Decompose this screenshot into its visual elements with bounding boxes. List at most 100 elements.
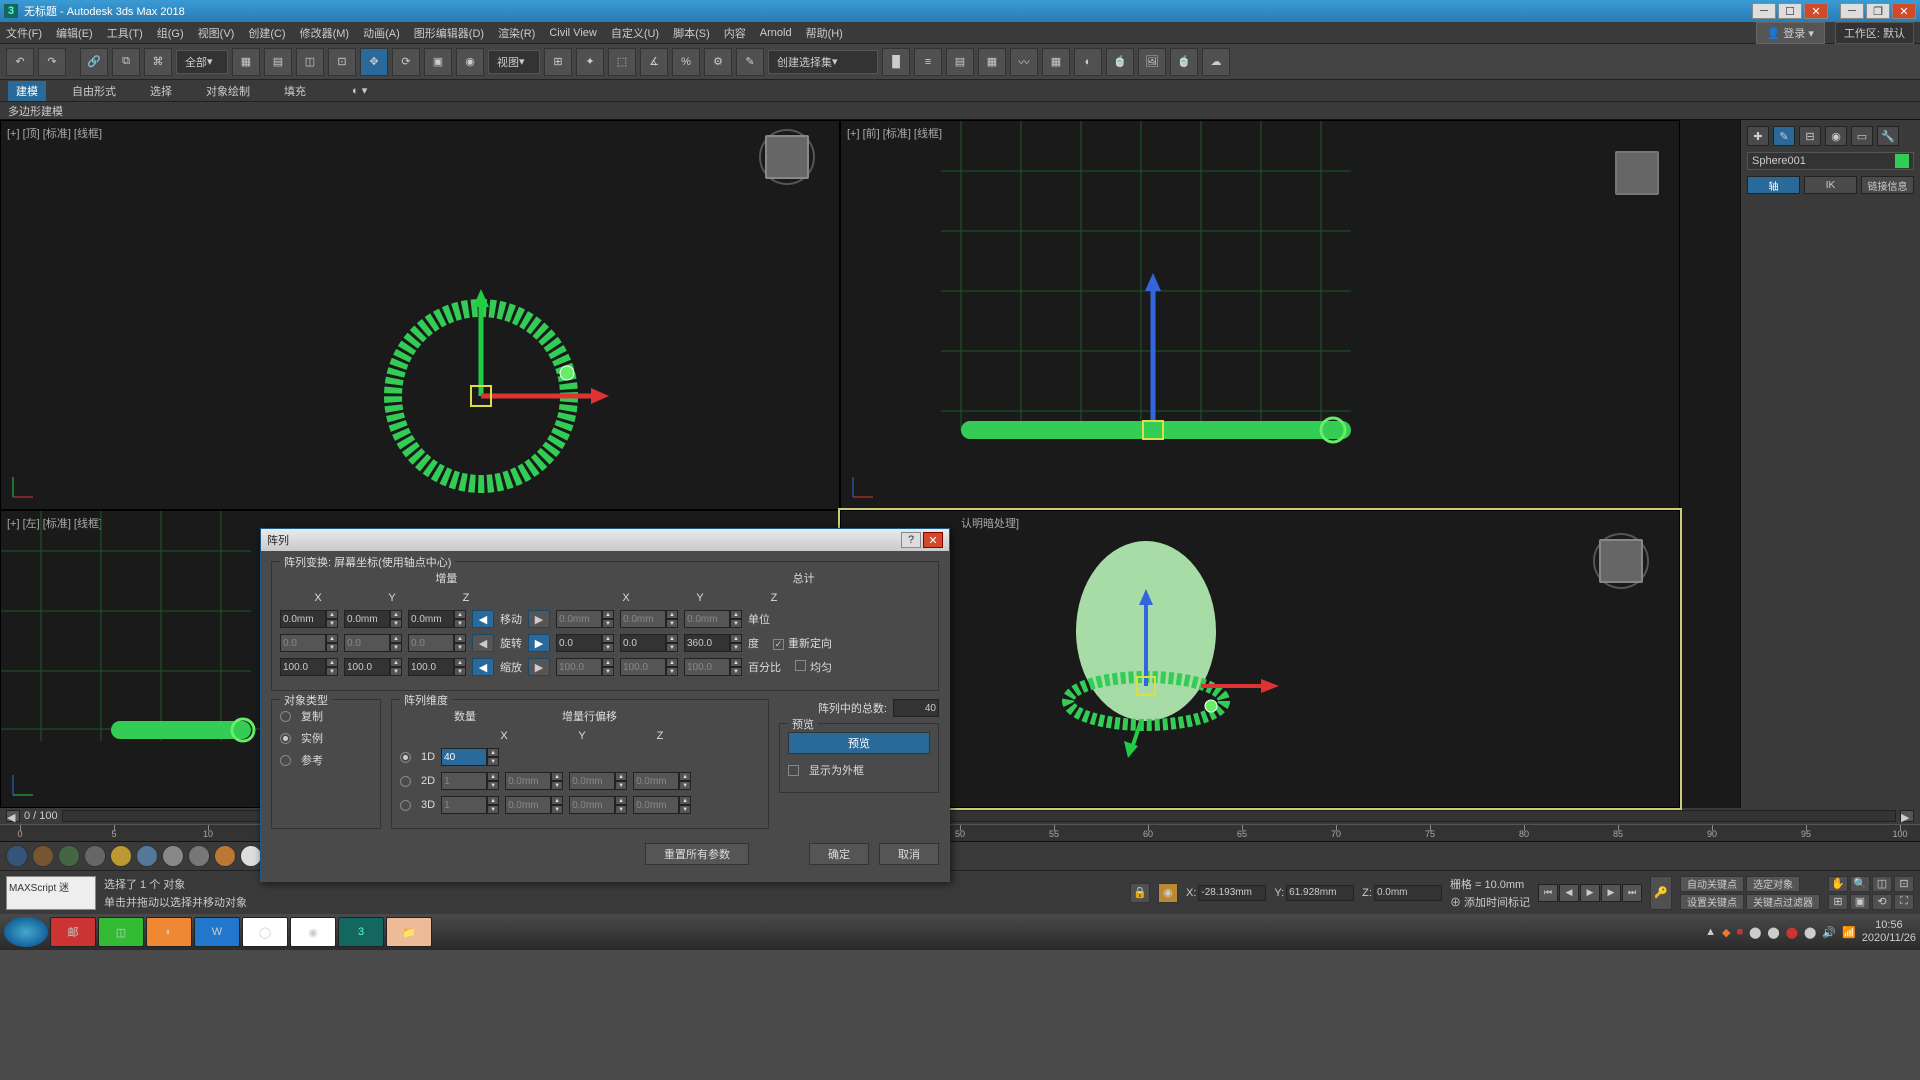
menu-animation[interactable]: 动画(A) xyxy=(363,25,400,41)
radio-instance[interactable] xyxy=(280,733,291,744)
curve-editor-button[interactable]: 〰 xyxy=(1010,48,1038,76)
layer-button[interactable]: ▤ xyxy=(946,48,974,76)
tray-icon[interactable]: ⬤ xyxy=(1786,926,1798,939)
move-right-arrow[interactable]: ▶ xyxy=(528,610,550,628)
rotate-button[interactable]: ⟳ xyxy=(392,48,420,76)
goto-start-button[interactable]: ⏮ xyxy=(1538,884,1558,902)
menu-create[interactable]: 创建(C) xyxy=(248,25,285,41)
nav-orbit[interactable]: ⟲ xyxy=(1872,894,1892,910)
move-button[interactable]: ✥ xyxy=(360,48,388,76)
redo-button[interactable]: ↷ xyxy=(38,48,66,76)
task-app-5[interactable]: ◯ xyxy=(242,917,288,947)
nav-fov[interactable]: ◫ xyxy=(1872,876,1892,892)
pivot-button[interactable]: ⊞ xyxy=(544,48,572,76)
unlink-button[interactable]: ⧉ xyxy=(112,48,140,76)
radio-2d[interactable] xyxy=(400,776,411,787)
task-app-4[interactable]: W xyxy=(194,917,240,947)
render-online-button[interactable]: ☁ xyxy=(1202,48,1230,76)
select-object-button[interactable]: ▦ xyxy=(232,48,260,76)
ok-button[interactable]: 确定 xyxy=(809,843,869,865)
render-button[interactable]: 🍵 xyxy=(1170,48,1198,76)
menu-group[interactable]: 组(G) xyxy=(157,25,184,41)
ribbon-tab-populate[interactable]: 填充 xyxy=(276,81,314,101)
setkey-button[interactable]: 设置关键点 xyxy=(1680,894,1744,910)
select-name-button[interactable]: ▤ xyxy=(264,48,292,76)
coord-z[interactable]: Z: xyxy=(1362,885,1442,901)
workspace-selector[interactable]: 工作区: 默认 xyxy=(1835,22,1914,44)
menu-view[interactable]: 视图(V) xyxy=(198,25,235,41)
scale-right-arrow[interactable]: ▶ xyxy=(528,658,550,676)
task-app-3[interactable]: ◐ xyxy=(146,917,192,947)
minimize-button[interactable]: ─ xyxy=(1752,3,1776,19)
menu-help[interactable]: 帮助(H) xyxy=(806,25,843,41)
tray-icon[interactable]: ◆ xyxy=(1722,926,1730,939)
tray-icon[interactable]: 📶 xyxy=(1842,926,1856,939)
preview-button[interactable]: 预览 xyxy=(788,732,930,754)
task-explorer[interactable]: 📁 xyxy=(386,917,432,947)
menu-script[interactable]: 脚本(S) xyxy=(673,25,710,41)
ribbon-tab-objectpaint[interactable]: 对象绘制 xyxy=(198,81,258,101)
snap-button[interactable]: ⬚ xyxy=(608,48,636,76)
rotate-y-tot[interactable]: ▲▼ xyxy=(620,634,678,652)
lt-2[interactable] xyxy=(32,845,54,867)
named-selection[interactable]: 创建选择集 ▾ xyxy=(768,50,878,74)
scale-left-arrow[interactable]: ◀ xyxy=(472,658,494,676)
time-next-button[interactable]: ▶ xyxy=(1900,810,1914,822)
viewport-front[interactable]: [+] [前] [标准] [线框] xyxy=(840,120,1680,510)
close2-button[interactable]: ✕ xyxy=(1892,3,1916,19)
radio-reference[interactable] xyxy=(280,755,291,766)
goto-end-button[interactable]: ⏭ xyxy=(1622,884,1642,902)
spinner-snap-button[interactable]: ⚙ xyxy=(704,48,732,76)
nav-pan[interactable]: ✋ xyxy=(1828,876,1848,892)
task-3dsmax[interactable]: 3 xyxy=(338,917,384,947)
rotate-x-tot[interactable]: ▲▼ xyxy=(556,634,614,652)
show-outline-check[interactable] xyxy=(788,765,799,776)
scale-button[interactable]: ▣ xyxy=(424,48,452,76)
bind-button[interactable]: ⌘ xyxy=(144,48,172,76)
placement-button[interactable]: ◉ xyxy=(456,48,484,76)
key-mode-button[interactable]: 🔑 xyxy=(1650,876,1672,910)
task-app-1[interactable]: 邮 xyxy=(50,917,96,947)
move-x-incr[interactable]: ▲▼ xyxy=(280,610,338,628)
ribbon-tab-selection[interactable]: 选择 xyxy=(142,81,180,101)
menu-grapheditors[interactable]: 图形编辑器(D) xyxy=(414,25,484,41)
viewport-top[interactable]: [+] [顶] [标准] [线框] xyxy=(0,120,840,510)
selset-button[interactable]: 选定对象 xyxy=(1746,876,1800,892)
window-crossing-button[interactable]: ⊡ xyxy=(328,48,356,76)
mirror-button[interactable]: ▐▌ xyxy=(882,48,910,76)
percent-snap-button[interactable]: % xyxy=(672,48,700,76)
coord-x[interactable]: X: xyxy=(1186,885,1266,901)
tab-motion[interactable]: ◉ xyxy=(1825,126,1847,146)
lock-button[interactable]: 🔒 xyxy=(1130,883,1150,903)
rotate-z-tot[interactable]: ▲▼ xyxy=(684,634,742,652)
radio-1d[interactable] xyxy=(400,752,411,763)
d1-count[interactable]: ▲▼ xyxy=(441,748,499,766)
task-app-2[interactable]: ◫ xyxy=(98,917,144,947)
menu-tools[interactable]: 工具(T) xyxy=(107,25,143,41)
rect-select-button[interactable]: ◫ xyxy=(296,48,324,76)
tab-display[interactable]: ▭ xyxy=(1851,126,1873,146)
rotate-right-arrow[interactable]: ▶ xyxy=(528,634,550,652)
menu-edit[interactable]: 编辑(E) xyxy=(56,25,93,41)
tab-hierarchy[interactable]: ⊟ xyxy=(1799,126,1821,146)
login-button[interactable]: 👤 登录 ▾ xyxy=(1756,22,1825,44)
menu-modifiers[interactable]: 修改器(M) xyxy=(300,25,350,41)
nav-zoom[interactable]: 🔍 xyxy=(1850,876,1870,892)
menu-file[interactable]: 文件(F) xyxy=(6,25,42,41)
lt-6[interactable] xyxy=(136,845,158,867)
close-button[interactable]: ✕ xyxy=(1804,3,1828,19)
move-z-incr[interactable]: ▲▼ xyxy=(408,610,466,628)
render-setup-button[interactable]: 🍵 xyxy=(1106,48,1134,76)
angle-snap-button[interactable]: ∡ xyxy=(640,48,668,76)
lt-5[interactable] xyxy=(110,845,132,867)
dialog-close-button[interactable]: ✕ xyxy=(923,532,943,548)
move-y-incr[interactable]: ▲▼ xyxy=(344,610,402,628)
taskbar-clock[interactable]: 10:562020/11/26 xyxy=(1862,919,1916,945)
schematic-button[interactable]: ▦ xyxy=(1042,48,1070,76)
move-left-arrow[interactable]: ◀ xyxy=(472,610,494,628)
refcoord-selector[interactable]: 视图 ▾ xyxy=(488,50,540,74)
viewport-perspective[interactable]: 认明暗处理] xyxy=(840,510,1680,808)
align-button[interactable]: ≡ xyxy=(914,48,942,76)
lt-8[interactable] xyxy=(188,845,210,867)
radio-3d[interactable] xyxy=(400,800,411,811)
